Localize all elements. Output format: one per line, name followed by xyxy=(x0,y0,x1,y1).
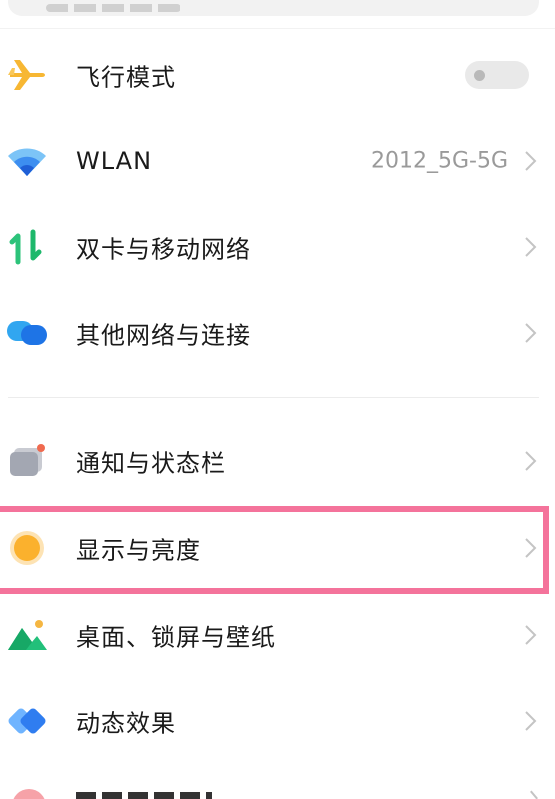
airplane-icon xyxy=(6,54,48,96)
chevron-right-icon xyxy=(523,537,537,559)
chevron-right-icon xyxy=(523,710,537,732)
partial-item-icon xyxy=(12,789,46,799)
settings-item-label: 通知与状态栏 xyxy=(76,449,226,478)
brightness-icon xyxy=(6,527,48,569)
settings-item-wlan[interactable]: WLAN 2012_5G-5G xyxy=(0,118,555,204)
search-bar[interactable] xyxy=(8,0,539,16)
toggle-knob xyxy=(474,70,485,81)
wifi-icon xyxy=(6,140,48,182)
chevron-right-icon xyxy=(523,450,537,472)
settings-item-display-brightness[interactable]: 显示与亮度 xyxy=(0,505,555,591)
settings-item-label: 桌面、锁屏与壁纸 xyxy=(76,623,276,652)
settings-item-animation[interactable]: 动态效果 xyxy=(0,678,555,764)
wlan-network-name: 2012_5G-5G xyxy=(370,148,508,174)
group-divider xyxy=(8,397,539,398)
settings-item-notifications[interactable]: 通知与状态栏 xyxy=(0,418,555,504)
settings-item-partial[interactable] xyxy=(0,786,555,799)
chevron-right-icon xyxy=(530,790,538,799)
settings-item-wallpaper[interactable]: 桌面、锁屏与壁纸 xyxy=(0,592,555,678)
settings-item-label: 动态效果 xyxy=(76,709,176,738)
notification-icon xyxy=(6,440,48,482)
settings-item-label: 其他网络与连接 xyxy=(76,321,251,350)
animation-icon xyxy=(6,700,48,742)
sim-arrows-icon xyxy=(6,226,48,268)
settings-item-label: WLAN xyxy=(76,147,153,175)
settings-item-dual-sim[interactable]: 双卡与移动网络 xyxy=(0,204,555,290)
settings-item-airplane-mode[interactable]: 飞行模式 xyxy=(0,32,555,118)
airplane-mode-toggle[interactable] xyxy=(465,61,529,89)
settings-item-label: 飞行模式 xyxy=(76,63,176,92)
chevron-right-icon xyxy=(523,150,537,172)
wallpaper-icon xyxy=(6,614,48,656)
chevron-right-icon xyxy=(523,322,537,344)
partial-item-label xyxy=(76,792,212,799)
settings-item-other-networks[interactable]: 其他网络与连接 xyxy=(0,290,555,376)
chevron-right-icon xyxy=(523,236,537,258)
settings-item-label: 显示与亮度 xyxy=(76,536,201,565)
settings-item-label: 双卡与移动网络 xyxy=(76,235,251,264)
network-bubbles-icon xyxy=(6,312,48,354)
chevron-right-icon xyxy=(523,624,537,646)
search-placeholder xyxy=(46,0,181,12)
divider xyxy=(0,28,555,29)
